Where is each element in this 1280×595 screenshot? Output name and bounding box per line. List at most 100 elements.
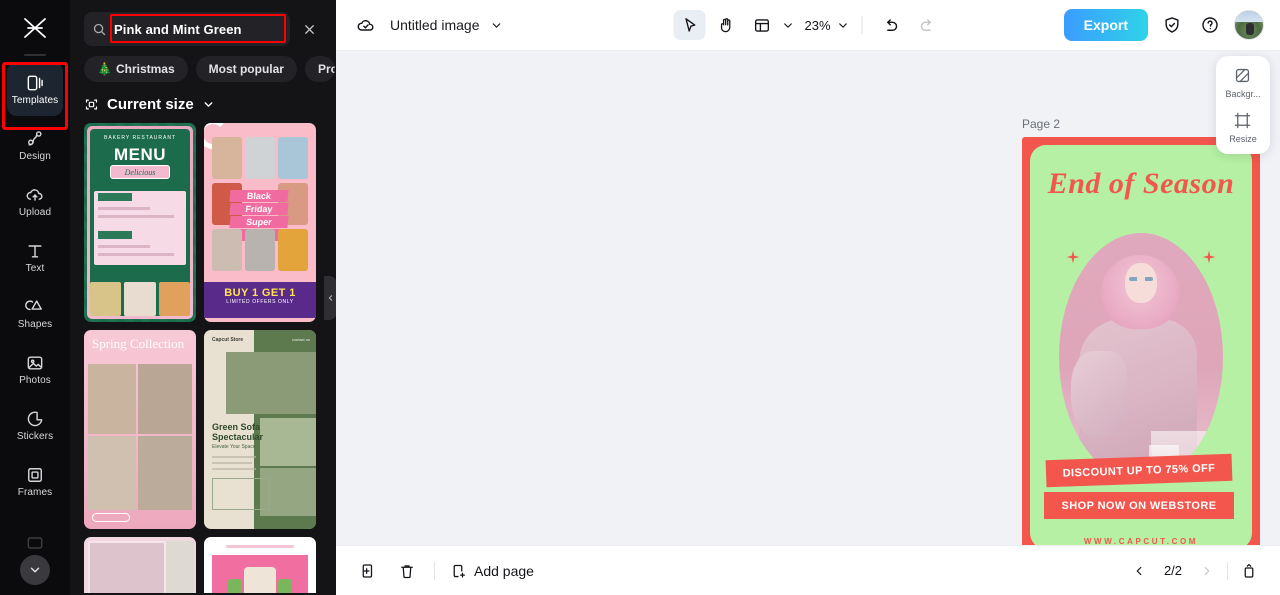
pages-panel-icon bbox=[1244, 563, 1254, 578]
template-tag-drink bbox=[98, 231, 132, 239]
divider bbox=[434, 561, 435, 580]
sidebar-item-design[interactable]: Design bbox=[7, 118, 63, 172]
search-value: Pink and Mint Green bbox=[114, 21, 242, 37]
chevron-down-icon[interactable] bbox=[490, 19, 503, 32]
sidebar-item-templates[interactable]: Templates bbox=[7, 62, 63, 116]
document-title[interactable]: Untitled image bbox=[390, 17, 480, 33]
resize-button[interactable]: Resize bbox=[1229, 111, 1257, 144]
template-card-black-friday-super-sale[interactable]: Black Friday Super Sale BUY 1 GET 1 LIMI… bbox=[204, 123, 316, 322]
food-photo bbox=[158, 282, 190, 316]
page-label: Page 2 bbox=[1022, 117, 1061, 131]
sidebar-item-shapes[interactable]: Shapes bbox=[7, 286, 63, 340]
chip-most-popular[interactable]: Most popular bbox=[195, 56, 297, 82]
canvas-area[interactable]: Page 2 End of Season DISCOUNT UP TO 75% … bbox=[336, 51, 1280, 545]
shield-button[interactable] bbox=[1158, 11, 1186, 39]
chevron-down-icon[interactable] bbox=[781, 19, 794, 32]
sidebar-item-stickers[interactable]: Stickers bbox=[7, 398, 63, 452]
chip-christmas[interactable]: 🎄 Christmas bbox=[84, 56, 188, 82]
food-photo bbox=[124, 282, 156, 316]
sidebar-item-photos[interactable]: Photos bbox=[7, 342, 63, 396]
capcut-logo-icon[interactable] bbox=[13, 8, 57, 48]
template-list-box bbox=[212, 478, 270, 510]
template-photo bbox=[88, 364, 136, 434]
template-card-bakery-restaurant-menu[interactable]: BAKERY RESTAURANT MENU Delicious bbox=[84, 123, 196, 322]
template-line bbox=[212, 462, 252, 464]
sidebar-item-label: Text bbox=[25, 262, 45, 274]
cloud-saved-icon bbox=[357, 20, 374, 31]
model-sleeve bbox=[1071, 351, 1127, 437]
sidebar-item-label: Photos bbox=[19, 374, 51, 386]
rail-expand-button[interactable] bbox=[20, 555, 50, 585]
panel-collapse-handle[interactable] bbox=[324, 276, 336, 320]
design-model-photo bbox=[1059, 233, 1223, 481]
add-page-icon bbox=[453, 564, 466, 578]
sidebar-item-label: Upload bbox=[18, 206, 52, 218]
filter-chips: 🎄 Christmas Most popular Pro bbox=[70, 46, 336, 82]
search-row: Pink and Mint Green bbox=[70, 0, 336, 46]
design-ribbon-shop: SHOP NOW ON WEBSTORE bbox=[1044, 492, 1234, 519]
bottom-toolbar: Add page 2/2 bbox=[336, 545, 1280, 595]
chevron-down-icon[interactable] bbox=[837, 19, 850, 32]
hand-icon bbox=[720, 17, 730, 32]
chip-label: Pro bbox=[317, 62, 335, 76]
sidebar-item-label: Design bbox=[19, 150, 51, 162]
undo-button[interactable] bbox=[875, 10, 907, 40]
template-card-green-sofa-spectacular[interactable]: Capcut Store contact us Green Sofa Spect… bbox=[204, 330, 316, 529]
banner-main: BUY 1 GET 1 bbox=[224, 287, 296, 299]
sidebar-item-label: Frames bbox=[17, 486, 53, 498]
templates-icon bbox=[27, 75, 43, 90]
main-area: Untitled image 23% Export Page 2 End of … bbox=[336, 0, 1280, 595]
template-card-spring-collection[interactable]: Spring Collection bbox=[84, 330, 196, 529]
user-avatar[interactable] bbox=[1234, 10, 1264, 40]
chip-pro[interactable]: Pro bbox=[304, 56, 335, 82]
export-button[interactable]: Export bbox=[1063, 9, 1148, 41]
template-photo bbox=[138, 364, 192, 434]
chevron-down-icon bbox=[30, 567, 40, 573]
design-canvas[interactable]: End of Season DISCOUNT UP TO 75% OFF SHO… bbox=[1022, 137, 1260, 545]
chevron-left-icon bbox=[1136, 566, 1142, 575]
zoom-level: 23% bbox=[804, 17, 831, 33]
layout-grid-icon bbox=[754, 18, 769, 32]
template-banner: BUY 1 GET 1 LIMITED OFFERS ONLY bbox=[204, 282, 316, 318]
crop-size-icon bbox=[85, 99, 98, 110]
select-tool-button[interactable] bbox=[673, 10, 706, 40]
template-brand: BAKERY RESTAURANT bbox=[103, 135, 176, 141]
shield-check-icon bbox=[1165, 17, 1179, 33]
divider bbox=[861, 16, 863, 34]
delete-button[interactable] bbox=[394, 558, 420, 584]
template-photo bbox=[245, 229, 275, 271]
template-title: Spring Collection bbox=[92, 336, 185, 351]
next-page-button[interactable] bbox=[1195, 559, 1219, 583]
duplicate-button[interactable] bbox=[354, 558, 380, 584]
help-button[interactable] bbox=[1196, 11, 1224, 39]
background-button[interactable]: Backgr... bbox=[1225, 66, 1261, 99]
prev-page-button[interactable] bbox=[1127, 559, 1151, 583]
template-photo bbox=[138, 436, 192, 510]
template-card-pink-frame-portrait[interactable] bbox=[84, 537, 196, 593]
sidebar-item-upload[interactable]: Upload bbox=[7, 174, 63, 228]
frames-icon bbox=[28, 467, 42, 482]
redo-button[interactable] bbox=[911, 10, 943, 40]
template-line bbox=[212, 468, 256, 470]
design-ribbon-discount: DISCOUNT UP TO 75% OFF bbox=[1045, 453, 1233, 488]
template-tag-food bbox=[98, 193, 132, 201]
float-item-label: Resize bbox=[1229, 134, 1257, 144]
template-photo bbox=[212, 137, 242, 179]
search-clear-button[interactable] bbox=[296, 16, 322, 42]
search-input[interactable]: Pink and Mint Green bbox=[84, 12, 290, 46]
template-bouquet bbox=[278, 579, 292, 593]
top-toolbar: Untitled image 23% Export bbox=[336, 0, 1280, 51]
sidebar-item-text[interactable]: Text bbox=[7, 230, 63, 284]
add-page-label: Add page bbox=[474, 562, 534, 579]
pages-panel-button[interactable] bbox=[1236, 558, 1262, 584]
layout-tool-button[interactable] bbox=[745, 10, 777, 40]
sidebar-item-frames[interactable]: Frames bbox=[7, 454, 63, 508]
cloud-save-button[interactable] bbox=[352, 11, 380, 39]
current-size-filter[interactable]: Current size bbox=[70, 82, 336, 123]
rail-divider bbox=[24, 54, 46, 56]
template-card-flower-girl-promo[interactable] bbox=[204, 537, 316, 593]
trash-icon bbox=[401, 564, 413, 578]
add-page-button[interactable]: Add page bbox=[449, 562, 534, 580]
toolbar-left: Untitled image bbox=[352, 11, 503, 39]
hand-tool-button[interactable] bbox=[709, 10, 741, 40]
